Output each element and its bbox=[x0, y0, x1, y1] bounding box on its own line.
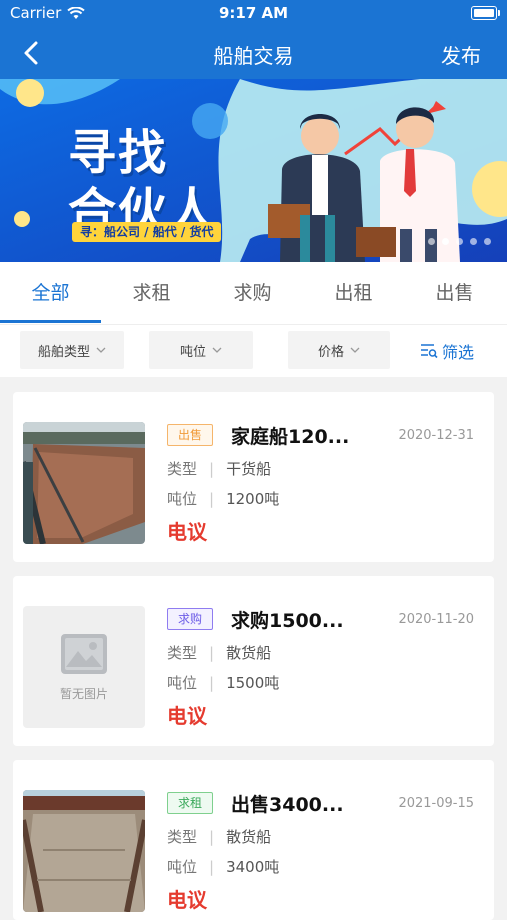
listing-tonnage-row: 吨位 | 1200吨 bbox=[167, 490, 280, 508]
listing-date: 2021-09-15 bbox=[398, 796, 474, 811]
tab-for-rent[interactable]: 出租 bbox=[303, 278, 404, 305]
page-title: 船舶交易 bbox=[213, 44, 294, 68]
listing-title: 出售3400... bbox=[231, 794, 344, 816]
tab-buy-wanted[interactable]: 求购 bbox=[202, 278, 303, 305]
listing-tag: 出售 bbox=[167, 424, 214, 446]
publish-button[interactable]: 发布 bbox=[441, 40, 481, 69]
type-label: 类型 bbox=[167, 644, 198, 662]
active-tab-indicator bbox=[0, 320, 101, 323]
tab-all[interactable]: 全部 bbox=[0, 278, 101, 305]
tonnage-value: 1500吨 bbox=[226, 674, 280, 692]
type-value: 干货船 bbox=[226, 460, 272, 478]
image-placeholder-icon bbox=[61, 633, 107, 674]
chevron-down-icon bbox=[96, 347, 106, 353]
no-image-placeholder: 暂无图片 bbox=[23, 606, 145, 728]
ship-type-label: 船舶类型 bbox=[37, 344, 90, 360]
type-value: 散货船 bbox=[226, 644, 272, 662]
carousel-dot[interactable] bbox=[484, 238, 491, 245]
chevron-down-icon bbox=[212, 347, 222, 353]
carousel-dot[interactable] bbox=[456, 238, 463, 245]
promo-banner[interactable]: 寻找 合伙人 寻：船公司 / 船代 / 货代 bbox=[0, 79, 507, 262]
listing-date: 2020-12-31 bbox=[398, 428, 474, 443]
status-bar: Carrier 9:17 AM bbox=[0, 0, 507, 28]
listing-tonnage-row: 吨位 | 1500吨 bbox=[167, 674, 280, 692]
listing-card[interactable]: 暂无图片 求购 求购1500... 2020-11-20 类型 | 散货船 吨位 | 1… bbox=[13, 576, 494, 746]
type-value: 散货船 bbox=[226, 828, 272, 846]
no-image-text: 暂无图片 bbox=[59, 686, 108, 701]
tab-for-sale[interactable]: 出售 bbox=[404, 278, 505, 305]
type-label: 类型 bbox=[167, 828, 198, 846]
tab-rent-wanted[interactable]: 求租 bbox=[101, 278, 202, 305]
listing-price: 电议 bbox=[167, 888, 207, 912]
carousel-dot[interactable] bbox=[470, 238, 477, 245]
type-label: 类型 bbox=[167, 460, 198, 478]
price-label: 价格 bbox=[317, 344, 344, 360]
chevron-down-icon bbox=[350, 347, 360, 353]
listing-price: 电议 bbox=[167, 704, 207, 728]
ship-type-dropdown[interactable]: 船舶类型 bbox=[20, 331, 124, 369]
price-dropdown[interactable]: 价格 bbox=[288, 331, 390, 369]
battery-icon bbox=[471, 6, 500, 20]
filter-icon bbox=[421, 344, 438, 359]
carousel-dot[interactable] bbox=[428, 238, 435, 245]
listing-type-row: 类型 | 散货船 bbox=[167, 644, 272, 662]
tonnage-dropdown[interactable]: 吨位 bbox=[149, 331, 253, 369]
tonnage-label: 吨位 bbox=[179, 344, 206, 360]
listing-card[interactable]: 出售 家庭船120... 2020-12-31 类型 | 干货船 吨位 | 1200吨 … bbox=[13, 392, 494, 562]
screen-filter-label: 筛选 bbox=[442, 343, 475, 362]
listing-type-row: 类型 | 散货船 bbox=[167, 828, 272, 846]
category-tabs: 全部 求租 求购 出租 出售 bbox=[0, 262, 507, 324]
listing-card[interactable]: 求租 出售3400... 2021-09-15 类型 | 散货船 吨位 | 3400吨 … bbox=[13, 760, 494, 920]
ship-photo bbox=[23, 790, 145, 912]
listing-date: 2020-11-20 bbox=[398, 612, 474, 627]
listing-tag: 求租 bbox=[167, 792, 214, 814]
listing-tonnage-row: 吨位 | 3400吨 bbox=[167, 858, 280, 876]
tonnage-value: 3400吨 bbox=[226, 858, 280, 876]
listing-title: 家庭船120... bbox=[231, 426, 350, 448]
app-header: Carrier 9:17 AM 船舶交易 发布 bbox=[0, 0, 507, 79]
listing-title: 求购1500... bbox=[231, 610, 344, 632]
tonnage-label: 吨位 bbox=[167, 858, 198, 876]
tonnage-label: 吨位 bbox=[167, 674, 198, 692]
carousel-indicator bbox=[428, 238, 491, 245]
ship-photo bbox=[23, 422, 145, 544]
tonnage-value: 1200吨 bbox=[226, 490, 280, 508]
tonnage-label: 吨位 bbox=[167, 490, 198, 508]
nav-bar: 船舶交易 发布 bbox=[0, 28, 507, 79]
status-time: 9:17 AM bbox=[218, 4, 289, 22]
screen-filter-button[interactable]: 筛选 bbox=[420, 339, 474, 363]
listing-price: 电议 bbox=[167, 520, 207, 544]
filter-bar: 船舶类型 吨位 价格 筛选 bbox=[0, 324, 507, 377]
listing-tag: 求购 bbox=[167, 608, 214, 630]
carousel-dot-active[interactable] bbox=[442, 238, 449, 245]
listing-type-row: 类型 | 干货船 bbox=[167, 460, 272, 478]
banner-subtitle: 寻：船公司 / 船代 / 货代 bbox=[72, 222, 222, 242]
